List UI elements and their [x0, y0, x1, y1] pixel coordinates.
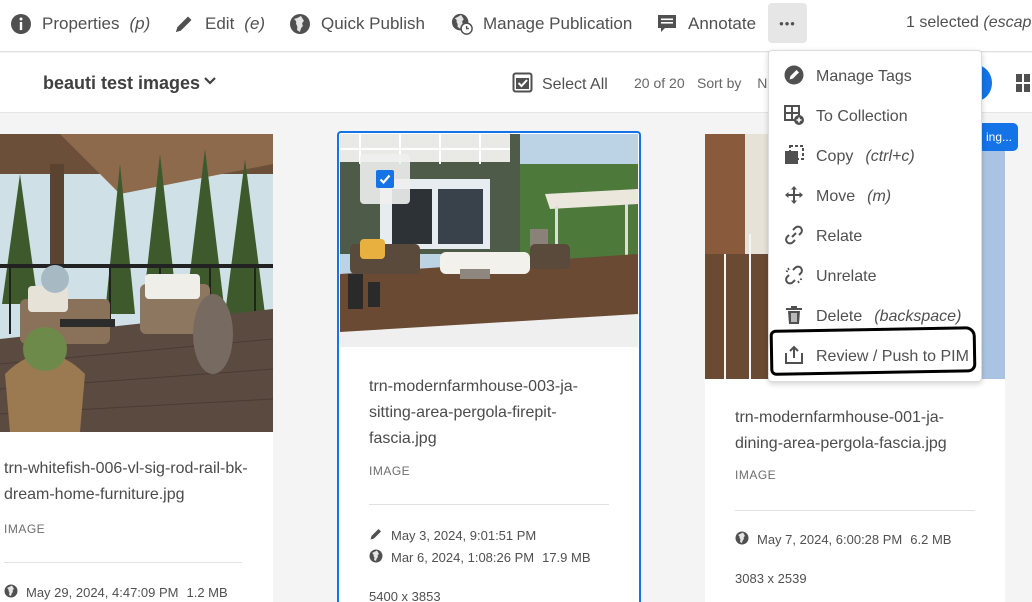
- sort-by-text: Sort by: [697, 75, 742, 91]
- comment-icon: [656, 13, 678, 35]
- asset-type: IMAGE: [4, 522, 46, 536]
- asset-thumbnail[interactable]: [340, 134, 638, 347]
- menu-item-move[interactable]: Move (m): [769, 177, 981, 217]
- folder-title[interactable]: beauti test images: [43, 73, 200, 94]
- item-count: 20 of 20: [634, 75, 685, 91]
- copy-icon: [784, 144, 804, 170]
- modified-info: May 3, 2024, 9:01:51 PM: [369, 527, 536, 544]
- globe-icon: [735, 531, 749, 548]
- menu-item-label: Relate: [816, 228, 863, 245]
- trash-icon: [784, 305, 804, 330]
- asset-name[interactable]: trn-whitefish-006-vl-sig-rod-rail-bk-dre…: [4, 456, 259, 508]
- selection-shortcut: (escape: [983, 14, 1032, 31]
- annotate-label: Annotate: [688, 14, 757, 33]
- menu-item-manage-tags[interactable]: Manage Tags: [769, 57, 981, 97]
- selection-count[interactable]: 1 selected (escape: [906, 14, 1032, 32]
- more-icon: •••: [779, 15, 796, 31]
- menu-item-label: Move: [816, 188, 856, 205]
- globe-icon: [4, 584, 18, 601]
- menu-item-copy[interactable]: Copy (ctrl+c): [769, 137, 981, 177]
- pencil-icon: [369, 527, 383, 544]
- asset-type: IMAGE: [369, 464, 411, 478]
- menu-item-shortcut: (backspace): [874, 308, 962, 325]
- asset-name[interactable]: trn-modernfarmhouse-001-ja-dining-area-p…: [735, 405, 975, 457]
- asset-thumbnail[interactable]: [0, 134, 273, 432]
- menu-item-to-collection[interactable]: To Collection: [769, 97, 981, 137]
- selection-count-label: 1 selected: [906, 14, 979, 31]
- manage-publication-button[interactable]: Manage Publication: [451, 0, 632, 48]
- menu-item-relate[interactable]: Relate: [769, 217, 981, 257]
- menu-item-unrelate[interactable]: Unrelate: [769, 257, 981, 297]
- more-actions-button[interactable]: •••: [768, 3, 807, 43]
- file-size: 17.9 MB: [542, 550, 591, 565]
- select-all-icon: [512, 72, 533, 98]
- unlink-icon: [784, 265, 804, 290]
- asset-card-selected[interactable]: trn-modernfarmhouse-003-ja-sitting-area-…: [337, 131, 641, 602]
- menu-item-shortcut: (ctrl+c): [865, 148, 915, 165]
- grid-view-icon[interactable]: [1014, 73, 1032, 98]
- properties-label: Properties: [42, 14, 120, 33]
- edit-shortcut: (e): [244, 14, 266, 33]
- publish-info: May 7, 2024, 6:00:28 PM 6.2 MB: [735, 531, 951, 548]
- file-size: 6.2 MB: [910, 532, 952, 547]
- quick-publish-label: Quick Publish: [321, 14, 425, 33]
- divider: [735, 510, 975, 511]
- edit-label: Edit: [205, 14, 235, 33]
- info-icon: [10, 13, 32, 35]
- globe-icon: [369, 549, 383, 566]
- quick-publish-button[interactable]: Quick Publish: [289, 0, 425, 48]
- modified-date: May 3, 2024, 9:01:51 PM: [391, 528, 537, 543]
- menu-item-shortcut: (m): [867, 188, 892, 205]
- collection-add-icon: [784, 104, 804, 130]
- sort-by-label[interactable]: Sort by N: [697, 75, 767, 91]
- asset-dimensions: 5400 x 3853: [369, 589, 441, 602]
- menu-item-label: Copy: [816, 148, 854, 165]
- properties-shortcut: (p): [129, 14, 151, 33]
- globe-icon: [289, 13, 311, 35]
- pencil-icon: [173, 13, 195, 35]
- divider: [4, 562, 242, 563]
- asset-select-toggle[interactable]: [360, 154, 410, 204]
- menu-item-label: Unrelate: [816, 268, 877, 285]
- tag-icon: [784, 65, 804, 90]
- menu-item-label: Manage Tags: [816, 68, 912, 85]
- divider: [369, 504, 609, 505]
- properties-button[interactable]: Properties (p): [10, 0, 150, 48]
- select-all-button[interactable]: Select All: [512, 72, 608, 98]
- globe-clock-icon: [451, 13, 473, 35]
- menu-item-label: To Collection: [816, 108, 908, 125]
- select-all-label: Select All: [542, 76, 608, 93]
- publish-info: Mar 6, 2024, 1:08:26 PM 17.9 MB: [369, 549, 591, 566]
- action-toolbar: Properties (p) Edit (e) Quick Publish Ma…: [0, 0, 1032, 52]
- publish-info: May 29, 2024, 4:47:09 PM 1.2 MB: [4, 584, 228, 601]
- manage-publication-label: Manage Publication: [483, 14, 633, 33]
- status-badge: ing...: [978, 123, 1018, 151]
- asset-dimensions: 3083 x 2539: [735, 571, 807, 586]
- checkbox-checked-icon: [376, 170, 394, 188]
- edit-button[interactable]: Edit (e): [173, 0, 265, 48]
- sort-value-partial: N: [757, 75, 768, 91]
- file-size: 1.2 MB: [186, 585, 228, 600]
- asset-name[interactable]: trn-modernfarmhouse-003-ja-sitting-area-…: [369, 374, 609, 452]
- annotate-button[interactable]: Annotate: [656, 0, 756, 48]
- publish-date: May 7, 2024, 6:00:28 PM: [757, 532, 903, 547]
- menu-item-label: Delete: [816, 308, 863, 325]
- move-icon: [784, 185, 804, 210]
- asset-card[interactable]: trn-whitefish-006-vl-sig-rod-rail-bk-dre…: [0, 134, 273, 602]
- annotation-highlight: [769, 326, 977, 376]
- link-icon: [784, 225, 804, 250]
- asset-type: IMAGE: [735, 468, 777, 482]
- publish-date: May 29, 2024, 4:47:09 PM: [26, 585, 179, 600]
- publish-date: Mar 6, 2024, 1:08:26 PM: [391, 550, 535, 565]
- chevron-down-icon[interactable]: [202, 73, 218, 94]
